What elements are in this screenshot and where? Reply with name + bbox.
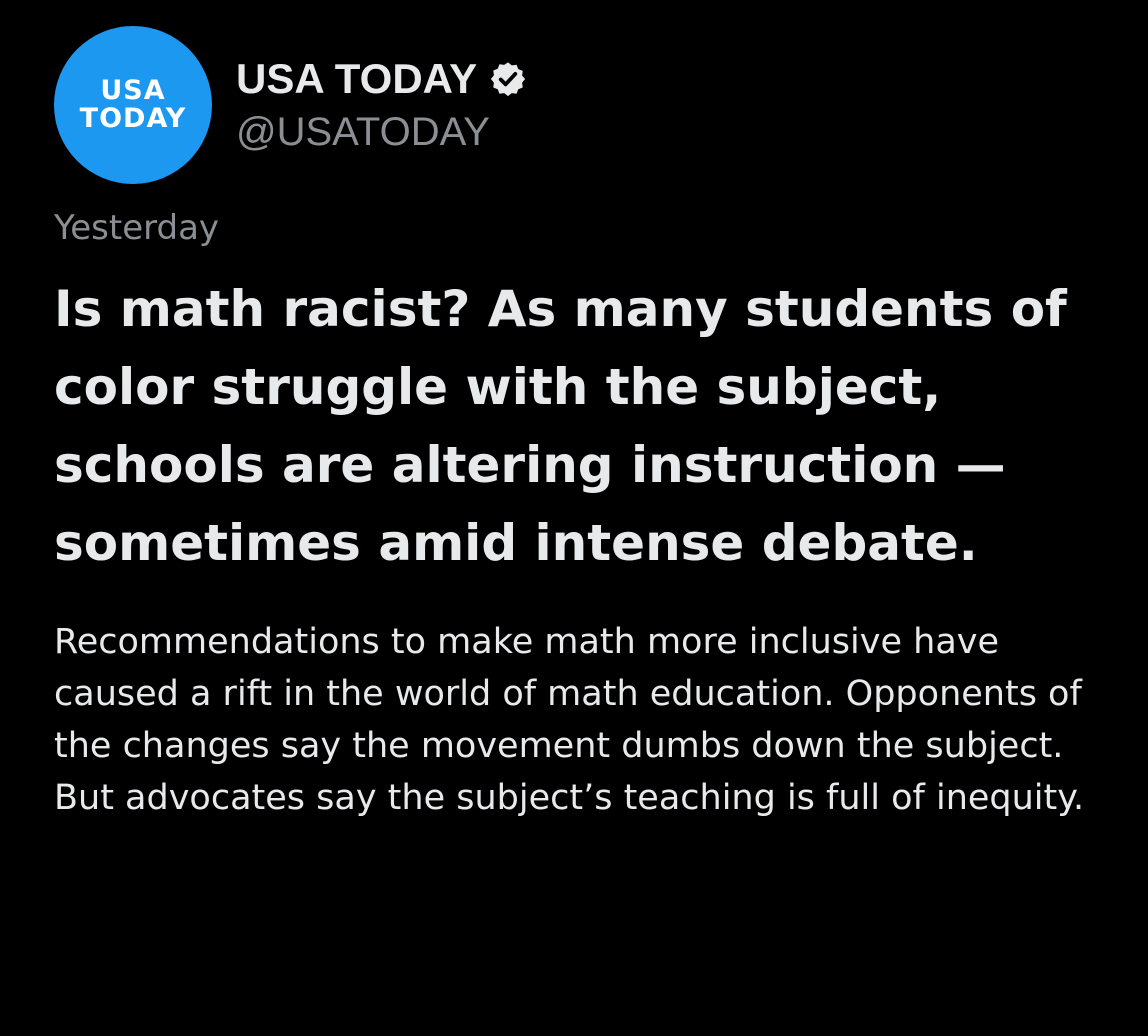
tweet-header: USA TODAY USA TODAY @USATODAY	[54, 26, 1124, 184]
avatar-text-line2: TODAY	[79, 103, 187, 134]
account-names: USA TODAY @USATODAY	[236, 53, 527, 157]
verified-badge-icon	[489, 60, 527, 98]
avatar-text-line1: USA	[100, 75, 166, 106]
account-handle[interactable]: @USATODAY	[236, 107, 527, 157]
tweet-headline: Is math racist? As many students of colo…	[54, 280, 1085, 572]
display-name[interactable]: USA TODAY	[236, 53, 477, 105]
avatar[interactable]: USA TODAY	[54, 26, 212, 184]
tweet-timestamp[interactable]: Yesterday	[54, 206, 1124, 250]
tweet-description: Recommendations to make math more inclus…	[54, 622, 1093, 818]
tweet-card: USA TODAY USA TODAY @USATODAY Yesterday …	[54, 26, 1124, 824]
display-name-row: USA TODAY	[236, 53, 527, 105]
